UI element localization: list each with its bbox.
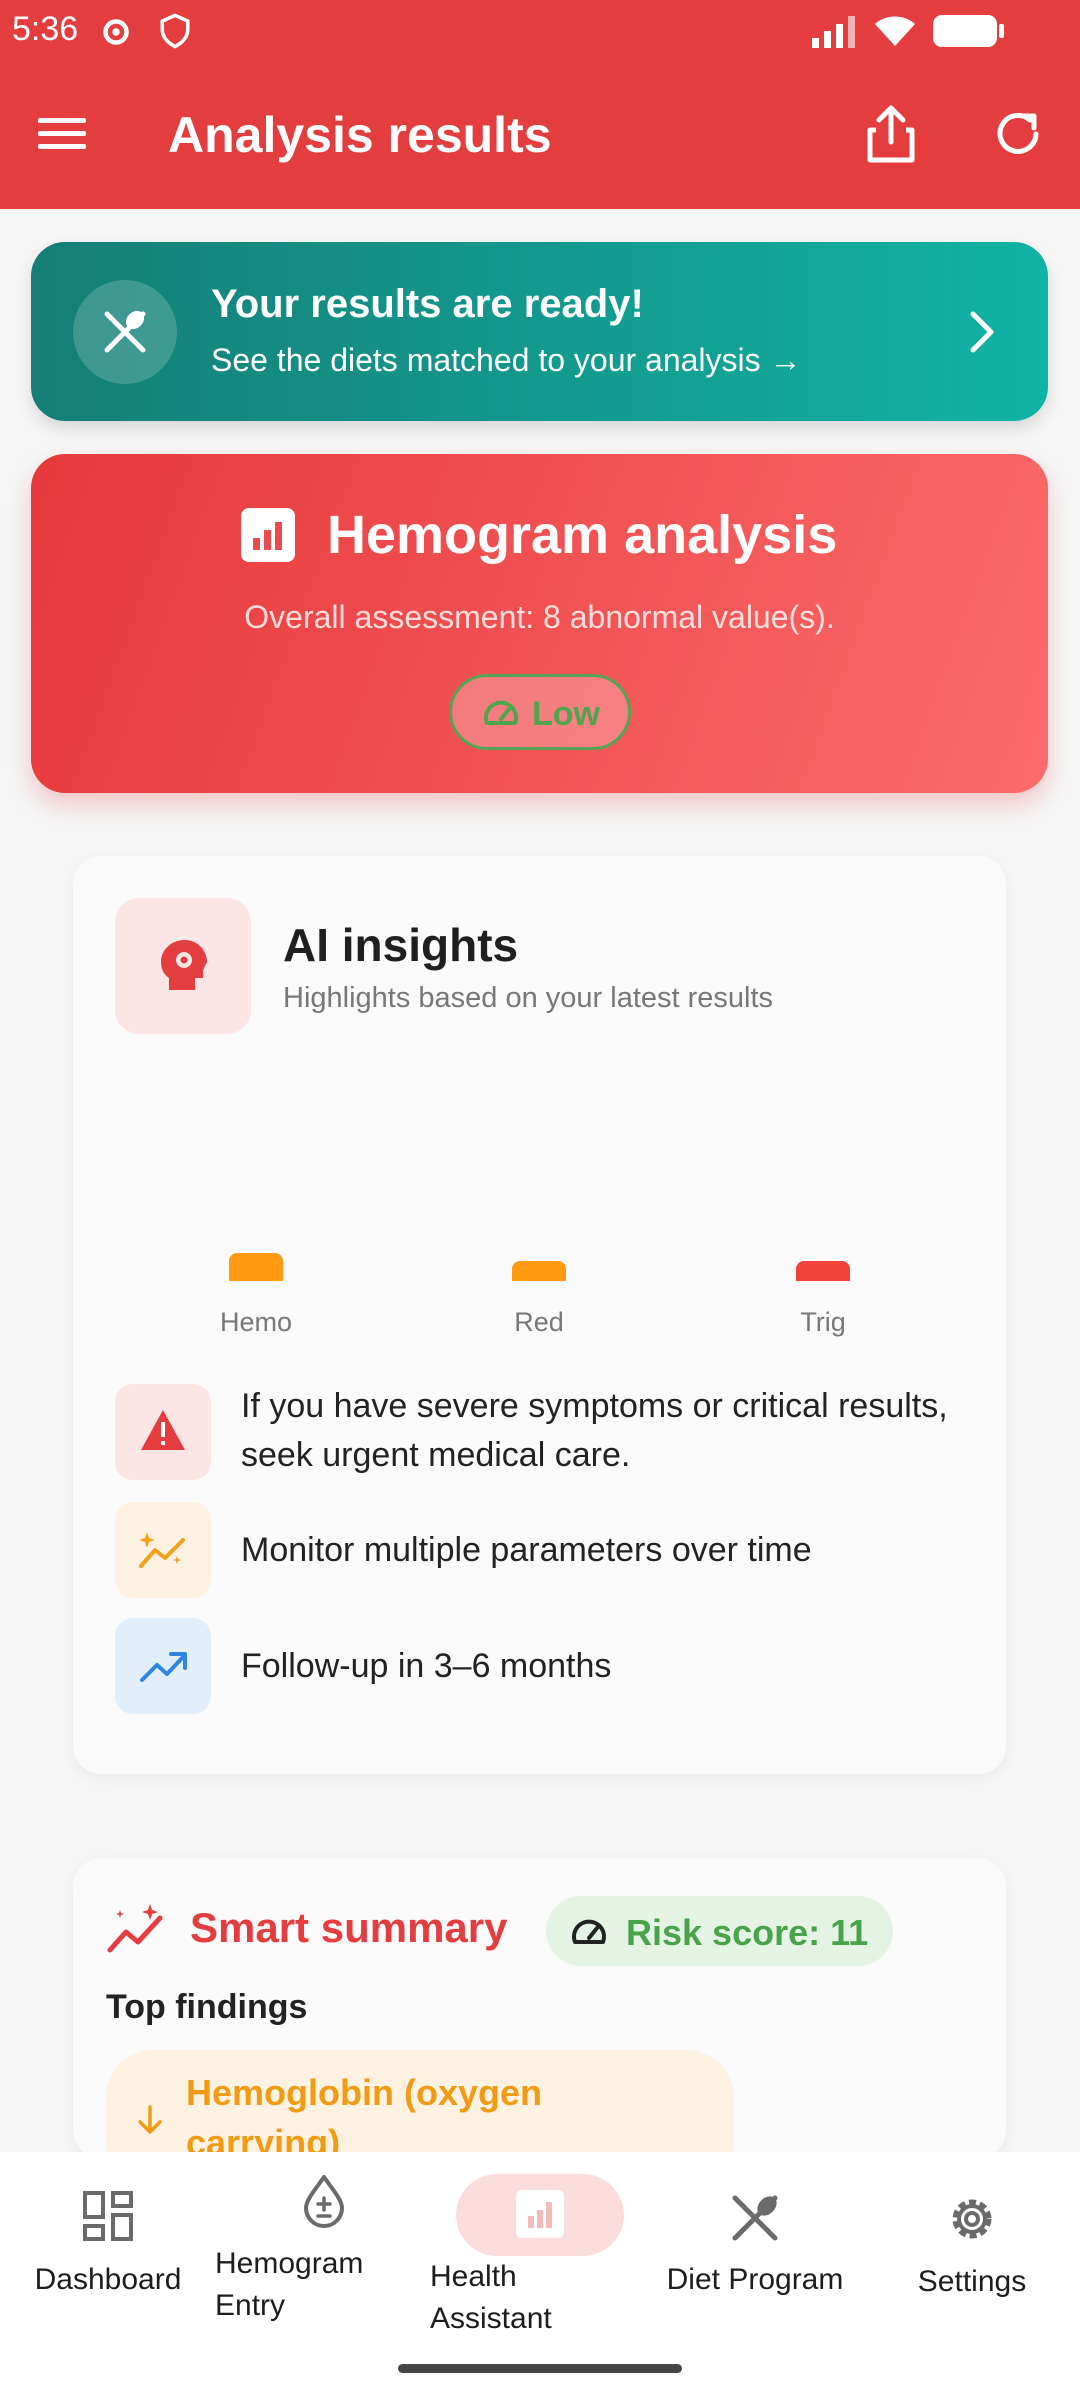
nav-label-dashboard: Dashboard (34, 2263, 182, 2296)
dashboard-icon (83, 2191, 133, 2241)
gear-icon (952, 2199, 992, 2239)
bar-chart-icon (241, 508, 295, 562)
warning-icon (115, 1384, 211, 1480)
chevron-right-icon (970, 311, 994, 353)
arrow-down-icon (138, 2105, 162, 2134)
chart-bar-hemo (229, 1253, 283, 1281)
active-indicator (456, 2174, 624, 2256)
chart-label-red: Red (514, 1307, 564, 1337)
battery-icon (933, 15, 1004, 47)
app-bar: Analysis results (0, 62, 1080, 209)
refresh-icon[interactable] (990, 106, 1046, 162)
status-badge-label: Low (532, 695, 600, 733)
share-icon[interactable] (864, 104, 918, 164)
nav-item-hemogram-entry[interactable]: Hemogram Entry (215, 2174, 395, 2327)
nav-item-health-assistant[interactable]: Health Assistant (430, 2174, 624, 2340)
smart-summary-card: Smart summary Risk score: 11 Top finding… (73, 1858, 1006, 2190)
status-bar: 5:36 (0, 0, 1080, 62)
risk-score-badge: Risk score: 11 (546, 1896, 893, 1966)
blood-drop-icon (304, 2175, 344, 2228)
analytics-icon (516, 2190, 564, 2238)
settings-status-icon (103, 19, 129, 45)
wifi-icon (875, 16, 915, 46)
tip-follow-up: Follow-up in 3–6 months (241, 1647, 612, 1685)
home-indicator (398, 2364, 682, 2373)
menu-icon[interactable] (36, 114, 88, 154)
trending-up-icon (115, 1618, 211, 1714)
chart-label-trig: Trig (800, 1307, 846, 1337)
speedometer-icon (484, 700, 518, 725)
ai-insights-chart: Hemo Red Trig (73, 856, 1006, 1356)
status-time: 5:36 (12, 10, 79, 48)
cutlery-icon (732, 2195, 778, 2241)
ai-insights-card: AI insights Highlights based on your lat… (73, 856, 1006, 1774)
signal-icon (812, 16, 855, 48)
nav-item-dashboard[interactable]: Dashboard (20, 2190, 196, 2301)
chart-label-hemo: Hemo (219, 1307, 293, 1337)
chart-bar-trig (796, 1261, 850, 1281)
hemogram-analysis-card: Hemogram analysis Overall assessment: 8 … (31, 454, 1048, 793)
results-ready-banner[interactable]: Your results are ready! See the diets ma… (31, 242, 1048, 421)
smart-summary-title: Smart summary (190, 1904, 508, 1951)
speedometer-icon (572, 1919, 606, 1944)
shield-status-icon (160, 13, 190, 49)
nav-label-diet-program: Diet Program (666, 2263, 844, 2296)
nav-label-hemogram-entry: Hemogram Entry (215, 2247, 364, 2322)
risk-score-label: Risk score: 11 (626, 1912, 869, 1953)
auto-graph-icon (107, 1904, 163, 1953)
nav-label-health-assistant: Health Assistant (430, 2260, 552, 2335)
hemogram-title: Hemogram analysis (327, 505, 838, 565)
status-badge: Low (449, 674, 631, 750)
nav-item-settings[interactable]: Settings (890, 2192, 1054, 2303)
cutlery-icon (73, 280, 177, 384)
banner-subtitle: See the diets matched to your analysis → (211, 342, 802, 378)
bottom-navigation: Dashboard Hemogram Entry Health Assistan… (0, 2152, 1080, 2400)
top-findings-heading: Top findings (106, 1988, 308, 2026)
chart-bar-red (512, 1261, 566, 1281)
nav-item-diet-program[interactable]: Diet Program (650, 2192, 860, 2301)
banner-title: Your results are ready! (211, 282, 644, 326)
tip-urgent-care: If you have severe symptoms or critical … (241, 1387, 948, 1474)
sparkle-trend-icon (115, 1502, 211, 1598)
page-title: Analysis results (168, 107, 552, 163)
tip-monitor: Monitor multiple parameters over time (241, 1531, 812, 1569)
nav-label-settings: Settings (917, 2265, 1027, 2298)
overall-assessment: Overall assessment: 8 abnormal value(s). (244, 599, 835, 635)
